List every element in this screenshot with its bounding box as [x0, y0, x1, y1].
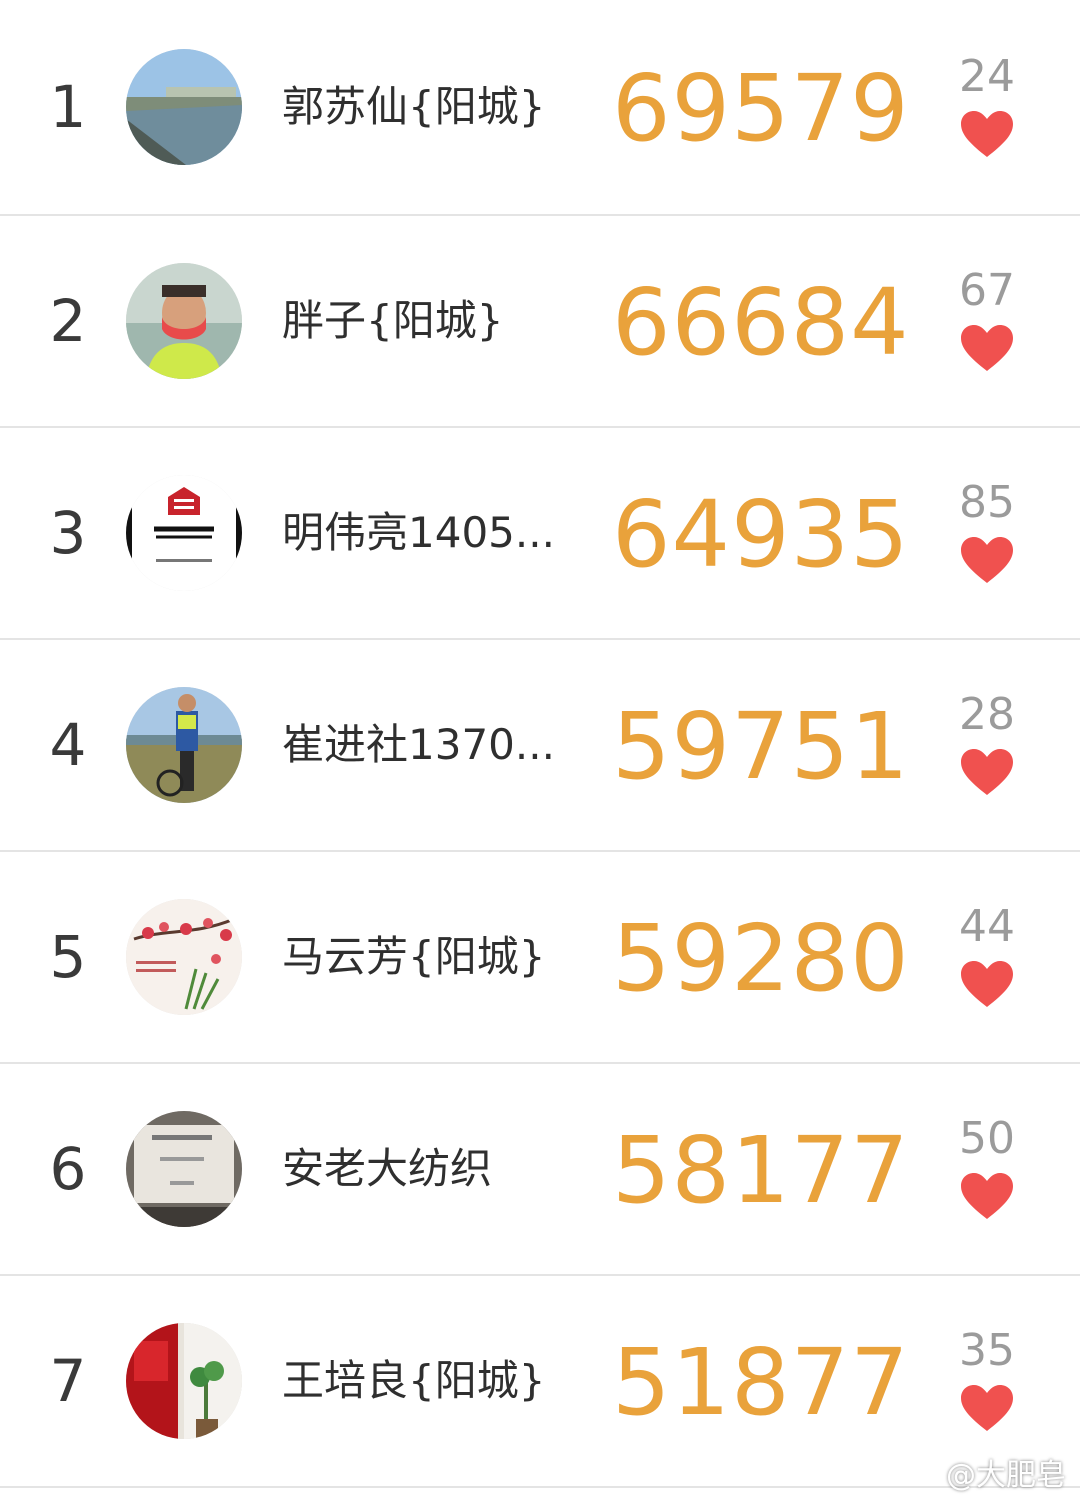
avatar[interactable]: [126, 899, 242, 1015]
step-count: 64935: [612, 480, 910, 588]
rank-number: 1: [49, 73, 87, 141]
user-name: 郭苏仙{阳城}: [282, 81, 546, 131]
step-count: 59280: [612, 904, 910, 1012]
like-count: 50: [959, 1113, 1015, 1164]
avatar[interactable]: [126, 687, 242, 803]
step-count: 51877: [612, 1328, 910, 1436]
rank-number: 6: [49, 1135, 87, 1203]
like-group[interactable]: 50: [940, 1117, 1034, 1221]
heart-icon[interactable]: [959, 323, 1015, 373]
heart-icon[interactable]: [959, 535, 1015, 585]
ranking-row[interactable]: 4 崔进社1370... 59751 28: [0, 640, 1080, 852]
ranking-row[interactable]: 3 明伟亮1405... 64935 85: [0, 428, 1080, 640]
like-group[interactable]: 28: [940, 693, 1034, 797]
ranking-row[interactable]: 5 马云芳{阳城} 59280 44: [0, 852, 1080, 1064]
like-group[interactable]: 35: [940, 1329, 1034, 1433]
rank-number: 2: [49, 287, 87, 355]
heart-icon[interactable]: [959, 959, 1015, 1009]
heart-icon[interactable]: [959, 747, 1015, 797]
avatar[interactable]: [126, 1323, 242, 1439]
ranking-list: 1 郭苏仙{阳城} 69579 24 2 胖子{阳城} 66684 67 3 明…: [0, 0, 1080, 1488]
user-name: 王培良{阳城}: [282, 1355, 546, 1405]
step-count: 69579: [612, 54, 910, 162]
ranking-row[interactable]: 1 郭苏仙{阳城} 69579 24: [0, 0, 1080, 216]
like-count: 44: [959, 901, 1015, 952]
user-name: 马云芳{阳城}: [282, 931, 546, 981]
step-count: 59751: [612, 692, 910, 800]
rank-number: 5: [49, 923, 87, 991]
step-count: 58177: [612, 1116, 910, 1224]
heart-icon[interactable]: [959, 1171, 1015, 1221]
like-group[interactable]: 67: [940, 269, 1034, 373]
like-count: 85: [959, 477, 1015, 528]
like-count: 35: [959, 1325, 1015, 1376]
like-group[interactable]: 24: [940, 55, 1034, 159]
like-count: 28: [959, 689, 1015, 740]
like-count: 67: [959, 265, 1015, 316]
user-name: 胖子{阳城}: [282, 295, 504, 345]
ranking-row[interactable]: 2 胖子{阳城} 66684 67: [0, 216, 1080, 428]
like-group[interactable]: 85: [940, 481, 1034, 585]
user-name: 安老大纺织: [282, 1143, 493, 1193]
heart-icon[interactable]: [959, 1383, 1015, 1433]
rank-number: 4: [49, 711, 87, 779]
weibo-watermark: @大肥皂: [946, 1458, 1066, 1493]
rank-number: 3: [49, 499, 87, 567]
rank-number: 7: [49, 1347, 87, 1415]
user-name: 崔进社1370...: [282, 719, 555, 769]
avatar[interactable]: [126, 49, 242, 165]
step-count: 66684: [612, 268, 910, 376]
avatar[interactable]: [126, 475, 242, 591]
user-name: 明伟亮1405...: [282, 507, 555, 557]
avatar[interactable]: [126, 263, 242, 379]
like-count: 24: [959, 51, 1015, 102]
like-group[interactable]: 44: [940, 905, 1034, 1009]
ranking-row[interactable]: 6 安老大纺织 58177 50: [0, 1064, 1080, 1276]
heart-icon[interactable]: [959, 109, 1015, 159]
ranking-row[interactable]: 7 王培良{阳城} 51877 35: [0, 1276, 1080, 1488]
avatar[interactable]: [126, 1111, 242, 1227]
